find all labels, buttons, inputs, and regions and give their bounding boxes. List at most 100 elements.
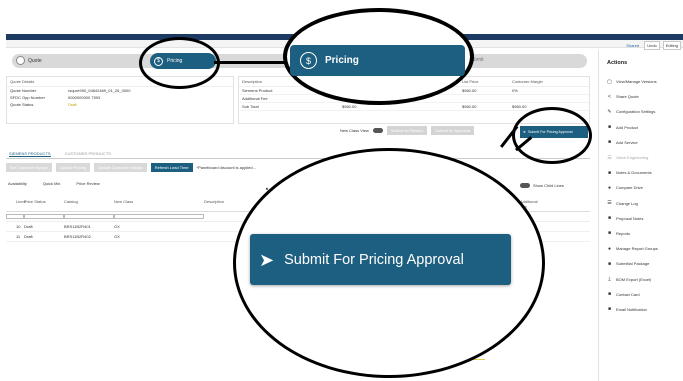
report-groups-icon: ●: [607, 245, 612, 252]
sidebar-item[interactable]: ■ Notes & Documents: [599, 165, 683, 180]
grid-header[interactable]: Price Status: [24, 199, 64, 209]
change-log-icon: ☰: [607, 200, 612, 207]
reports-icon: ■: [607, 230, 612, 237]
detail-value: rsqure990_04842469_01_26_0000: [68, 88, 131, 93]
actions-title: Actions: [607, 60, 628, 66]
new-class: GX: [114, 224, 120, 229]
sidebar-item[interactable]: < Share Quote: [599, 89, 683, 104]
new-class-view-label: New Class View: [340, 128, 369, 133]
sidebar-item-label: View/Manage Versions: [616, 79, 657, 85]
step-quote-circle: [16, 56, 25, 65]
set-customer-margin-button[interactable]: Set Customer Margin: [6, 163, 52, 172]
detail-row: Quote Status Draft: [7, 101, 233, 108]
detail-key: Quote Status: [10, 102, 34, 107]
line-number: 11: [16, 234, 21, 239]
summary-cell: Sub Total: [242, 104, 259, 109]
sidebar-item-label: Share Quote: [616, 94, 639, 100]
undo-button[interactable]: Undo: [644, 41, 660, 50]
line-number: 10: [16, 224, 21, 229]
package-icon: ■: [607, 260, 612, 267]
submit-big-label: Submit For Pricing Approval: [284, 251, 464, 268]
versions-icon: ▢: [607, 78, 612, 85]
send-arrow-icon: ➤: [259, 249, 275, 270]
quick-mix-button[interactable]: Quick Mix: [43, 181, 61, 186]
add-product-icon: ■: [607, 124, 612, 131]
catalog-number: BRS11B2R401: [64, 224, 91, 229]
price-review-button[interactable]: Price Review: [76, 181, 99, 186]
detail-value: 0000000000 7593: [68, 95, 101, 100]
pricing-step-zoomed[interactable]: $ Pricing: [290, 45, 465, 76]
filter-input[interactable]: [6, 214, 24, 219]
pricing-zoom-label: Pricing: [325, 55, 359, 66]
sidebar-item[interactable]: ● Compare Drive: [599, 180, 683, 195]
sidebar-item[interactable]: ☰ Change Log: [599, 196, 683, 211]
sidebar-item-label: Email Notification: [616, 306, 647, 312]
filter-input[interactable]: [24, 214, 64, 219]
tab-customer-products[interactable]: CUSTOMER PRODUCTS: [65, 151, 111, 157]
sidebar-item[interactable]: ■ Email Notification: [599, 302, 683, 317]
price-status: Draft: [24, 224, 33, 229]
new-class-view-toggle[interactable]: [372, 128, 383, 133]
grid-header[interactable]: New Class: [114, 199, 204, 209]
detail-key: SFDC Opp Number: [10, 95, 45, 100]
email-icon: ■: [607, 306, 612, 313]
sidebar-item-label: BOM Export (Excel): [616, 276, 652, 282]
summary-cell: [462, 96, 512, 101]
tab-siemens-products[interactable]: SIEMENS PRODUCTS: [9, 151, 51, 157]
grid-header[interactable]: Catalog: [64, 199, 114, 209]
sidebar-item-label: Compare Drive: [616, 185, 643, 191]
sidebar-item-label: Contact Card: [616, 291, 640, 297]
sidebar-item[interactable]: ■ Reports: [599, 226, 683, 241]
sidebar-item-label: Submittal Package: [616, 261, 650, 267]
contact-icon: ■: [607, 291, 612, 298]
shared-link[interactable]: Shared: [624, 42, 641, 49]
summary-cell: [512, 96, 582, 101]
sidebar-item-label: Change Log: [616, 200, 638, 206]
callout-ring-submit-button: [512, 107, 592, 164]
sidebar-item-label: Manage Report Groups: [616, 246, 658, 252]
sidebar-item[interactable]: ■ Contact Card: [599, 287, 683, 302]
sidebar-item-label: Value Engineering: [616, 155, 649, 161]
share-icon: <: [608, 93, 611, 100]
submit-pricing-approval-button[interactable]: ➤ Submit For Pricing Approval: [250, 234, 511, 285]
filter-input[interactable]: [64, 214, 114, 219]
summary-cell: $960.00: [462, 104, 477, 109]
callout-connector: [214, 61, 286, 64]
engineering-icon: ☰: [607, 154, 612, 161]
show-child-lines[interactable]: Show Child Lines: [520, 183, 564, 188]
discount-note: *Panelboard discount is applied...: [196, 165, 256, 170]
quote-status-value: Draft: [68, 102, 77, 107]
summary-cell: $960.00: [462, 88, 477, 93]
sidebar-item[interactable]: ● Manage Report Groups: [599, 241, 683, 256]
refresh-lead-time-button[interactable]: Refresh Lead Time: [150, 163, 193, 172]
sidebar-item[interactable]: ⤓ BOM Export (Excel): [599, 271, 683, 286]
summary-cell: 0%: [512, 88, 518, 93]
editing-button[interactable]: Editing: [662, 41, 681, 50]
filter-input[interactable]: [114, 214, 204, 219]
sidebar-item[interactable]: ■ Add Service: [599, 135, 683, 150]
submit-approval-button[interactable]: Submit for Approval: [431, 126, 475, 135]
detail-key: Quote Number: [10, 88, 37, 93]
show-child-lines-toggle[interactable]: [520, 183, 530, 188]
summary-header: List Price: [462, 79, 479, 84]
update-pricing-button[interactable]: Update Pricing: [55, 163, 91, 172]
actions-sidebar: Actions ▢ View/Manage Versions < Share Quot…: [598, 50, 683, 381]
sidebar-item-label: Reports: [616, 230, 631, 236]
sidebar-item[interactable]: ✎ Configuration Settings: [599, 104, 683, 119]
summary-header: Customer Margin: [512, 79, 543, 84]
step-quote[interactable]: Quote: [16, 56, 42, 65]
grid-header[interactable]: Line#: [6, 199, 26, 209]
sidebar-item[interactable]: ■ Submittal Package: [599, 256, 683, 271]
sidebar-item[interactable]: ☰ Value Engineering: [599, 150, 683, 165]
grid-toolbar: Availability Quick Mix Price Review: [8, 181, 100, 186]
sidebar-item-label: Notes & Documents: [616, 170, 652, 176]
proposal-notes-icon: ■: [607, 215, 612, 222]
sidebar-item[interactable]: ▢ View/Manage Versions: [599, 74, 683, 89]
sidebar-item[interactable]: ■ Proposal Notes: [599, 211, 683, 226]
update-customer-margin-button[interactable]: Update Customer Margin: [94, 163, 147, 172]
availability-button[interactable]: Availability: [8, 181, 27, 186]
line-actions: Set Customer Margin Update Pricing Updat…: [6, 163, 256, 172]
sidebar-item[interactable]: ■ Add Product: [599, 120, 683, 135]
submit-review-button[interactable]: Submit for Review: [386, 126, 428, 135]
actions-list: ▢ View/Manage Versions < Share Quote ✎ Config…: [599, 74, 683, 317]
